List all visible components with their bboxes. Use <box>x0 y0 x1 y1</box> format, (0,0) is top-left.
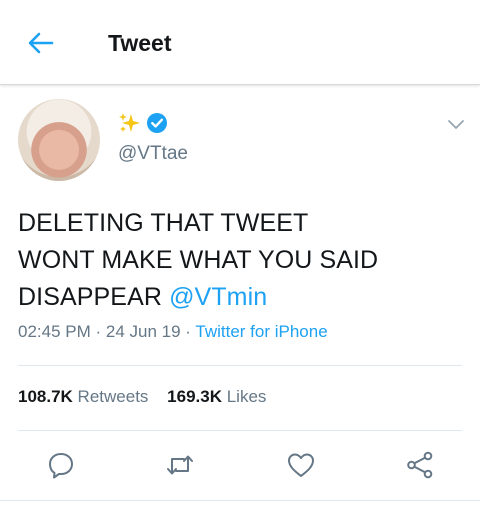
tweet-actions <box>0 450 480 484</box>
tweet-line-3-text: DISAPPEAR <box>18 283 170 311</box>
app-header: Tweet <box>0 0 480 85</box>
more-options-button[interactable] <box>446 114 466 134</box>
user-handle[interactable]: @VTtae <box>118 143 188 165</box>
likes-label: Likes <box>221 387 267 406</box>
reply-icon <box>49 453 73 479</box>
retweet-button[interactable] <box>165 450 195 480</box>
tweet-line-2: WONT MAKE WHAT YOU SAID <box>18 246 379 274</box>
share-button[interactable] <box>405 450 435 480</box>
retweets-stat[interactable]: 108.7K Retweets <box>18 387 148 406</box>
meta-separator: · <box>180 322 196 341</box>
tweet-text: DELETING THAT TWEET WONT MAKE WHAT YOU S… <box>18 205 458 316</box>
retweet-icon <box>167 455 193 475</box>
tweet-line-1: DELETING THAT TWEET <box>18 209 309 237</box>
divider <box>18 365 462 366</box>
meta-separator: · <box>90 322 106 341</box>
like-icon <box>288 453 314 477</box>
page-title: Tweet <box>108 30 172 56</box>
back-button[interactable] <box>26 28 56 58</box>
mention-link[interactable]: @VTmin <box>169 283 267 311</box>
avatar[interactable] <box>18 99 100 181</box>
tweet-time: 02:45 PM <box>18 322 91 341</box>
retweets-label: Retweets <box>72 387 149 406</box>
share-icon <box>407 451 433 479</box>
chevron-down-icon <box>448 120 464 129</box>
divider <box>0 500 480 501</box>
tweet-stats: 108.7K Retweets 169.3K Likes <box>18 387 280 407</box>
like-button[interactable] <box>286 450 316 480</box>
tweet-meta: 02:45 PM · 24 Jun 19 · Twitter for iPhon… <box>18 322 328 342</box>
tweet-source-link[interactable]: Twitter for iPhone <box>195 322 327 341</box>
divider <box>18 430 462 431</box>
likes-stat[interactable]: 169.3K Likes <box>167 387 266 406</box>
sparkles-emoji-icon <box>119 113 140 132</box>
likes-count: 169.3K <box>167 387 222 406</box>
back-arrow-icon <box>28 32 54 54</box>
retweets-count: 108.7K <box>18 387 73 406</box>
reply-button[interactable] <box>46 450 76 480</box>
verified-badge-icon <box>147 113 167 133</box>
tweet-date: 24 Jun 19 <box>105 322 181 341</box>
display-name[interactable] <box>118 112 168 134</box>
tweet-line-3: DISAPPEAR @VTmin <box>18 279 458 316</box>
